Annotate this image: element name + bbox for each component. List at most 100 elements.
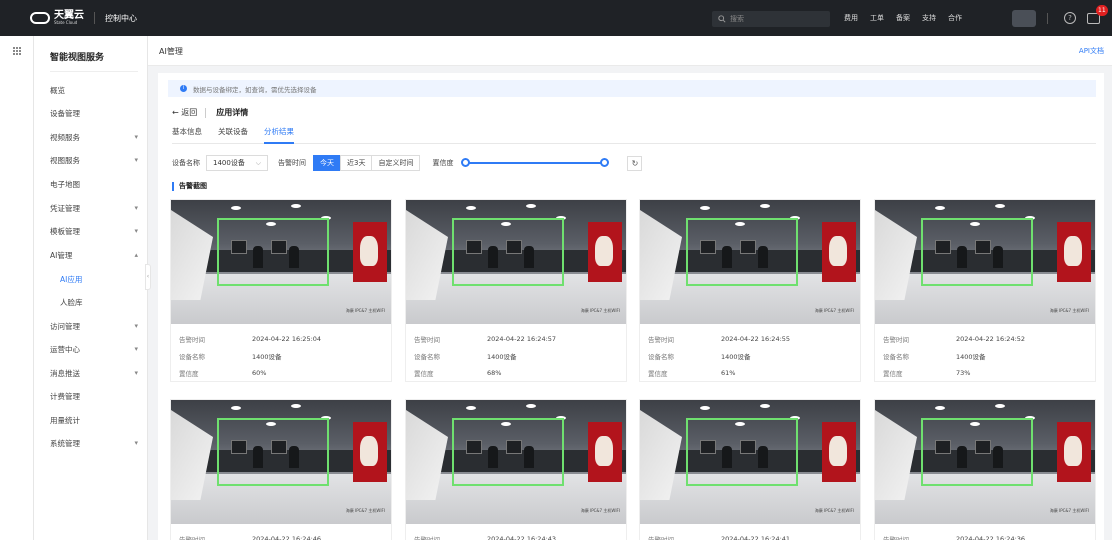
sidebar-item-operations[interactable]: 运营中心 ▾	[50, 342, 142, 356]
tab-basic-info[interactable]: 基本信息	[172, 126, 202, 144]
time-custom-button[interactable]: 自定义时间	[371, 155, 421, 171]
sidebar-collapse-button[interactable]: ‹	[145, 264, 151, 290]
confidence-slider[interactable]	[461, 158, 610, 168]
info-notice: i 数据与设备绑定，如查询，需优先选择设备	[168, 80, 1096, 97]
device-select[interactable]: 1400设备 ⌵	[206, 155, 268, 171]
detection-box	[217, 218, 329, 286]
alert-snapshot[interactable]: 海康 IPC&7 主机WIFI	[640, 200, 860, 324]
sidebar-item-overview[interactable]: 概览	[50, 83, 142, 97]
refresh-button[interactable]: ↻	[627, 155, 643, 171]
sidebar-item-system[interactable]: 系统管理 ▾	[50, 436, 142, 450]
slider-max-handle[interactable]	[600, 158, 610, 167]
search-input[interactable]: 搜索	[712, 11, 830, 27]
alert-time: 2024-04-22 16:24:57	[487, 334, 557, 343]
sidebar-item-usage[interactable]: 用量统计	[50, 413, 142, 427]
chevron-down-icon: ▾	[134, 345, 138, 353]
alert-snapshot[interactable]: 海康 IPC&7 主机WIFI	[875, 400, 1095, 524]
filter-bar: 设备名称 1400设备 ⌵ 告警时间 今天 近3天 自定义时间 置信度 ↻	[172, 154, 643, 172]
time-today-button[interactable]: 今天	[313, 155, 341, 171]
alert-time: 2024-04-22 16:24:55	[721, 334, 791, 343]
detection-box	[217, 418, 329, 486]
camera-watermark: 海康 IPC&7 主机WIFI	[814, 308, 854, 313]
tab-analysis-results[interactable]: 分析结果	[264, 126, 294, 144]
alert-snapshot[interactable]: 海康 IPC&7 主机WIFI	[640, 400, 860, 524]
alert-card[interactable]: 海康 IPC&7 主机WIFI 告警时间 2024-04-22 16:24:52 设备…	[874, 199, 1096, 382]
top-nav: 费用 工单 备案 支持 合作	[844, 0, 962, 36]
alert-snapshot[interactable]: 海康 IPC&7 主机WIFI	[875, 200, 1095, 324]
confidence-label: 置信度	[414, 369, 434, 378]
sidebar-item-push[interactable]: 消息推送 ▾	[50, 366, 142, 380]
camera-watermark: 海康 IPC&7 主机WIFI	[580, 508, 620, 513]
slider-min-handle[interactable]	[461, 158, 471, 167]
alert-snapshot[interactable]: 海康 IPC&7 主机WIFI	[171, 400, 391, 524]
alert-snapshot[interactable]: 海康 IPC&7 主机WIFI	[406, 400, 626, 524]
nav-billing[interactable]: 费用	[844, 13, 858, 23]
apps-grid-icon[interactable]	[12, 46, 21, 55]
device-select-value: 1400设备	[213, 159, 245, 167]
sidebar-item-view[interactable]: 视图服务 ▾	[50, 153, 142, 167]
chevron-down-icon: ▾	[134, 369, 138, 377]
alert-time-label: 告警时间	[883, 335, 909, 344]
alert-time-label: 告警时间	[883, 535, 909, 540]
api-doc-link[interactable]: API文档	[1079, 46, 1104, 56]
alert-info: 告警时间 2024-04-22 16:24:55 设备名称 1400设备 置信度 61%	[640, 324, 860, 381]
alert-time-label: 告警时间	[179, 335, 205, 344]
main-panel: i 数据与设备绑定，如查询，需优先选择设备 ← 返回 应用详情 基本信息 关联设…	[158, 73, 1104, 540]
info-icon: i	[180, 85, 187, 92]
alert-card[interactable]: 海康 IPC&7 主机WIFI 告警时间 2024-04-22 16:24:36	[874, 399, 1096, 540]
nav-support[interactable]: 支持	[922, 13, 936, 23]
chevron-down-icon: ▾	[134, 204, 138, 212]
alert-time-label: 告警时间	[414, 535, 440, 540]
section-marker	[172, 181, 174, 191]
help-icon[interactable]: ?	[1064, 12, 1076, 24]
confidence-value: 61%	[721, 368, 736, 377]
alert-time-label: 告警时间	[648, 535, 674, 540]
sidebar-item-billing[interactable]: 计费管理	[50, 389, 142, 403]
alert-card[interactable]: 海康 IPC&7 主机WIFI 告警时间 2024-04-22 16:24:41	[639, 399, 861, 540]
sidebar-item-face-library[interactable]: 人脸库	[60, 295, 142, 309]
section-title: 告警截图	[179, 182, 207, 190]
alert-card[interactable]: 海康 IPC&7 主机WIFI 告警时间 2024-04-22 16:24:55 设备…	[639, 199, 861, 382]
alert-card[interactable]: 海康 IPC&7 主机WIFI 告警时间 2024-04-22 16:24:46	[170, 399, 392, 540]
time-filter-label: 告警时间	[278, 159, 306, 167]
brand-logo[interactable]: 天翼云 State Cloud	[30, 11, 84, 25]
alert-info: 告警时间 2024-04-22 16:25:04 设备名称 1400设备 置信度 60%	[171, 324, 391, 381]
divider	[50, 71, 138, 72]
chevron-down-icon: ▾	[134, 439, 138, 447]
chevron-up-icon: ▴	[134, 251, 138, 259]
sidebar-item-ai[interactable]: AI管理 ▴	[50, 248, 142, 262]
nav-tickets[interactable]: 工单	[870, 13, 884, 23]
sidebar: 智能视图服务 概览 设备管理 视频服务 ▾ 视图服务 ▾ 电子地图 凭证管理 ▾ 模板…	[34, 36, 148, 540]
detail-header: ← 返回 应用详情	[172, 107, 248, 118]
back-button[interactable]: ← 返回	[172, 107, 197, 118]
avatar[interactable]	[1012, 10, 1036, 27]
sidebar-item-map[interactable]: 电子地图	[50, 177, 142, 191]
sidebar-item-credentials[interactable]: 凭证管理 ▾	[50, 201, 142, 215]
divider	[94, 12, 95, 24]
sidebar-title: 智能视图服务	[50, 53, 105, 63]
sidebar-item-devices[interactable]: 设备管理	[50, 106, 142, 120]
sidebar-item-video[interactable]: 视频服务 ▾	[50, 130, 142, 144]
confidence-label: 置信度	[883, 369, 903, 378]
chevron-down-icon: ▾	[134, 322, 138, 330]
nav-filing[interactable]: 备案	[896, 13, 910, 23]
alert-card[interactable]: 海康 IPC&7 主机WIFI 告警时间 2024-04-22 16:24:57 设备…	[405, 199, 627, 382]
time-3days-button[interactable]: 近3天	[340, 155, 373, 171]
confidence-value: 68%	[487, 368, 502, 377]
console-link[interactable]: 控制中心	[105, 13, 137, 24]
chevron-down-icon: ▾	[134, 133, 138, 141]
product-strip	[0, 36, 34, 540]
sidebar-item-templates[interactable]: 模板管理 ▾	[50, 224, 142, 238]
nav-partner[interactable]: 合作	[948, 13, 962, 23]
page-header: AI管理 API文档	[148, 36, 1112, 66]
device-name-label: 设备名称	[883, 352, 909, 361]
alert-snapshot[interactable]: 海康 IPC&7 主机WIFI	[406, 200, 626, 324]
alert-snapshot[interactable]: 海康 IPC&7 主机WIFI	[171, 200, 391, 324]
sidebar-item-access[interactable]: 访问管理 ▾	[50, 319, 142, 333]
confidence-value: 73%	[956, 368, 971, 377]
alert-card[interactable]: 海康 IPC&7 主机WIFI 告警时间 2024-04-22 16:25:04 设备…	[170, 199, 392, 382]
sidebar-item-ai-apps[interactable]: AI应用	[60, 272, 142, 286]
alert-card[interactable]: 海康 IPC&7 主机WIFI 告警时间 2024-04-22 16:24:43	[405, 399, 627, 540]
alert-info: 告警时间 2024-04-22 16:24:41	[640, 524, 860, 540]
tab-linked-devices[interactable]: 关联设备	[218, 126, 248, 144]
